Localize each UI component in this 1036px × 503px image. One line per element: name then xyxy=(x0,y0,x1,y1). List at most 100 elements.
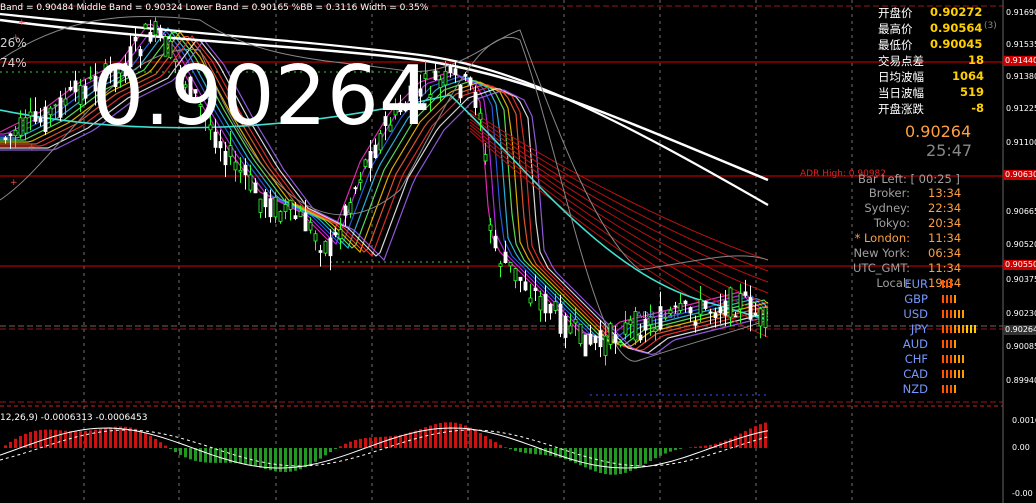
candle-body xyxy=(233,161,238,171)
currency-code: NZD xyxy=(902,382,928,396)
macd-bar xyxy=(499,444,502,448)
macd-bar xyxy=(529,448,532,454)
macd-bar xyxy=(374,437,377,448)
macd-bar xyxy=(689,447,692,448)
macd-bar xyxy=(364,438,367,448)
currency-code: JPY xyxy=(910,322,928,336)
macd-bar xyxy=(754,426,757,448)
macd-bar xyxy=(664,448,667,454)
macd-bar xyxy=(49,429,52,448)
currency-code: CHF xyxy=(904,352,928,366)
macd-bar xyxy=(694,446,697,448)
macd-bar xyxy=(729,438,732,448)
candle-body xyxy=(8,133,13,137)
strength-bar xyxy=(950,310,952,318)
price-axis-label: 0.90665 xyxy=(1006,207,1036,216)
info-label: 最低价 xyxy=(878,38,913,52)
strength-bar xyxy=(954,340,956,348)
strength-bar xyxy=(950,355,952,363)
macd-bar xyxy=(604,448,607,475)
macd-bar xyxy=(519,448,522,453)
macd-bar xyxy=(584,448,587,468)
macd-bar xyxy=(74,431,77,448)
price-axis-label: 0.90375 xyxy=(1006,275,1036,284)
macd-bar xyxy=(624,448,627,473)
macd-bar xyxy=(459,423,462,448)
macd-bar xyxy=(384,436,387,448)
info-value: 1064 xyxy=(951,69,984,83)
strength-bar xyxy=(946,280,948,288)
macd-bar xyxy=(649,448,652,461)
strength-bar xyxy=(946,340,948,348)
macd-bar xyxy=(59,430,62,448)
macd-bar xyxy=(119,426,122,448)
macd-bar xyxy=(339,446,342,448)
session-time: 22:34 xyxy=(928,201,962,215)
chart-window[interactable]: + + + + Band = 0.90484 Middle Band = 0.9032… xyxy=(0,0,1036,503)
macd-bar xyxy=(724,440,727,448)
session-time: 20:34 xyxy=(928,216,962,230)
candle-body xyxy=(368,150,373,169)
strength-bar xyxy=(946,310,948,318)
macd-bar xyxy=(309,448,312,465)
candle-body xyxy=(13,129,18,137)
candle-body xyxy=(158,27,163,38)
macd-bar xyxy=(434,424,437,448)
macd-bar xyxy=(29,431,32,448)
macd-bar xyxy=(349,441,352,448)
macd-bar xyxy=(404,433,407,448)
macd-bar xyxy=(524,448,527,454)
macd-bar xyxy=(674,448,677,451)
cross-marker: + xyxy=(18,18,26,28)
macd-bar xyxy=(219,448,222,463)
macd-bar xyxy=(474,430,477,448)
macd-bar xyxy=(284,448,287,472)
price-axis-label: 0.90085 xyxy=(1006,342,1036,351)
strength-bar xyxy=(974,325,976,333)
strength-bar xyxy=(954,310,956,318)
strength-bar xyxy=(942,355,944,363)
candle-body xyxy=(223,150,228,166)
macd-bar xyxy=(739,433,742,448)
macd-bar xyxy=(324,448,327,456)
session-time: 13:34 xyxy=(928,186,962,200)
macd-bar xyxy=(484,436,487,448)
candle-body xyxy=(23,117,28,134)
session-time: 19:34 xyxy=(928,276,962,290)
macd-bar xyxy=(264,448,267,470)
price-axis-label: 0.91100 xyxy=(1006,138,1036,147)
macd-bar xyxy=(359,438,362,448)
cross-marker: + xyxy=(28,143,36,153)
candle-body xyxy=(483,154,488,162)
macd-bar xyxy=(234,448,237,464)
macd-bar xyxy=(639,448,642,467)
macd-bar xyxy=(304,448,307,468)
strength-bar xyxy=(942,370,944,378)
macd-bar xyxy=(39,429,42,448)
strength-bar xyxy=(954,370,956,378)
strength-bar xyxy=(946,325,948,333)
macd-bar xyxy=(619,448,622,475)
info-value: -8 xyxy=(971,101,984,115)
candle-body xyxy=(358,179,363,183)
macd-bar xyxy=(69,431,72,448)
strength-bar xyxy=(962,310,964,318)
macd-bar xyxy=(489,439,492,448)
candle-body xyxy=(228,145,233,157)
strength-bar xyxy=(950,370,952,378)
macd-bar xyxy=(659,448,662,456)
session-label: New York: xyxy=(853,246,910,260)
macd-bar xyxy=(554,448,557,457)
strength-bar xyxy=(942,280,944,288)
macd-header: 12,26,9) -0.0006313 -0.0006453 xyxy=(0,413,148,423)
macd-bar xyxy=(204,448,207,463)
candle-body xyxy=(373,144,378,158)
price-axis-label: 0.91535 xyxy=(1006,40,1036,49)
info-extra-mark: (3) xyxy=(984,21,997,31)
candle-body xyxy=(243,164,248,176)
macd-bar xyxy=(514,448,517,451)
macd-bar xyxy=(134,428,137,448)
macd-bar xyxy=(469,427,472,448)
strength-bar xyxy=(970,325,972,333)
session-time: 11:34 xyxy=(928,231,962,245)
